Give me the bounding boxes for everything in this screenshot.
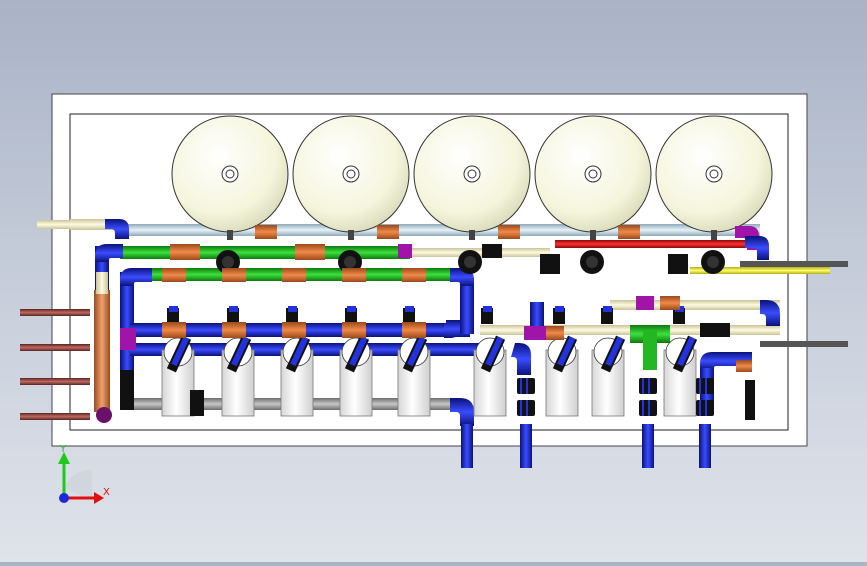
manifold-fitting: [170, 244, 200, 260]
manifold-fitting: [162, 268, 186, 282]
manifold-fitting: [282, 322, 306, 338]
tank-stem: [590, 230, 596, 240]
manifold-fitting: [402, 268, 426, 282]
inlet-stub: [20, 309, 90, 316]
manifold-fitting: [342, 268, 366, 282]
purple-fitting: [524, 326, 546, 340]
black-coupling: [700, 323, 730, 337]
orange-fitting: [377, 225, 399, 239]
tank-stem: [711, 230, 717, 240]
tank-port: [221, 165, 239, 183]
tank-row: [171, 115, 773, 240]
tank-port: [342, 165, 360, 183]
valve-handle: [483, 306, 492, 312]
green-pipe-upper: [120, 246, 410, 259]
black-valve: [668, 254, 688, 274]
valve-handle: [603, 306, 612, 312]
manifold-fitting: [222, 268, 246, 282]
tank-stem: [469, 230, 475, 240]
manifold-fitting: [282, 268, 306, 282]
valve-handle: [555, 306, 564, 312]
bottom-outlet: [699, 424, 711, 468]
valve-handle: [347, 306, 356, 312]
black-valve: [482, 244, 502, 258]
inlet-stub: [20, 378, 90, 385]
tank-port: [584, 165, 602, 183]
purple-fitting: [398, 244, 412, 258]
orange-fitting: [498, 225, 520, 239]
cream-pipe-right-top: [610, 300, 780, 310]
purple-fitting: [120, 328, 136, 350]
red-pipe: [555, 240, 745, 248]
valve-handle: [288, 306, 297, 312]
bottom-outlet: [461, 424, 473, 468]
tank-port: [463, 165, 481, 183]
orange-fitting: [618, 225, 640, 239]
bottom-outlet: [520, 424, 532, 468]
pump-head-center: [464, 256, 476, 268]
orange-fitting: [660, 296, 680, 310]
z-axis-dot: [59, 493, 69, 503]
bottom-outlet: [642, 424, 654, 468]
x-axis-label: X: [103, 487, 110, 498]
blue-elbow-mid2: [444, 320, 460, 338]
blue-pipe-v-mid: [460, 278, 474, 334]
valve-handle: [229, 306, 238, 312]
y-axis-label: Y: [59, 444, 67, 455]
pump-head-center: [707, 256, 719, 268]
manifold-fitting: [402, 322, 426, 338]
copper-vert-left: [94, 290, 110, 412]
black-coupling: [190, 390, 204, 416]
cad-viewport[interactable]: Y X: [0, 0, 867, 562]
manifold-fitting: [162, 322, 186, 338]
pump-head-center: [586, 256, 598, 268]
inlet-stub: [20, 344, 90, 351]
blue-tee: [530, 302, 544, 326]
grey-outlet-2: [760, 341, 848, 347]
inlet-stub: [20, 413, 90, 420]
pump-head-center: [222, 256, 234, 268]
grey-outlet: [740, 261, 848, 267]
valve-handle: [169, 306, 178, 312]
orange-fitting: [255, 225, 277, 239]
orange-fitting: [736, 360, 752, 372]
tank-port: [705, 165, 723, 183]
purple-ball: [96, 407, 112, 423]
axis-triad: Y X: [58, 444, 110, 504]
tank-stem: [348, 230, 354, 240]
tank-stem: [227, 230, 233, 240]
black-coupling: [120, 370, 134, 410]
pump-head-center: [344, 256, 356, 268]
manifold-fitting: [222, 322, 246, 338]
black-valve: [540, 254, 560, 274]
cream-vert-left: [96, 272, 108, 294]
valve-handle: [405, 306, 414, 312]
purple-fitting: [636, 296, 654, 310]
manifold-fitting: [295, 244, 325, 260]
manifold-fitting: [342, 322, 366, 338]
black-coupling: [745, 380, 755, 420]
pipe-assembly-drawing: Y X: [20, 93, 848, 504]
green-drop: [643, 330, 657, 370]
orange-fitting: [546, 326, 564, 340]
